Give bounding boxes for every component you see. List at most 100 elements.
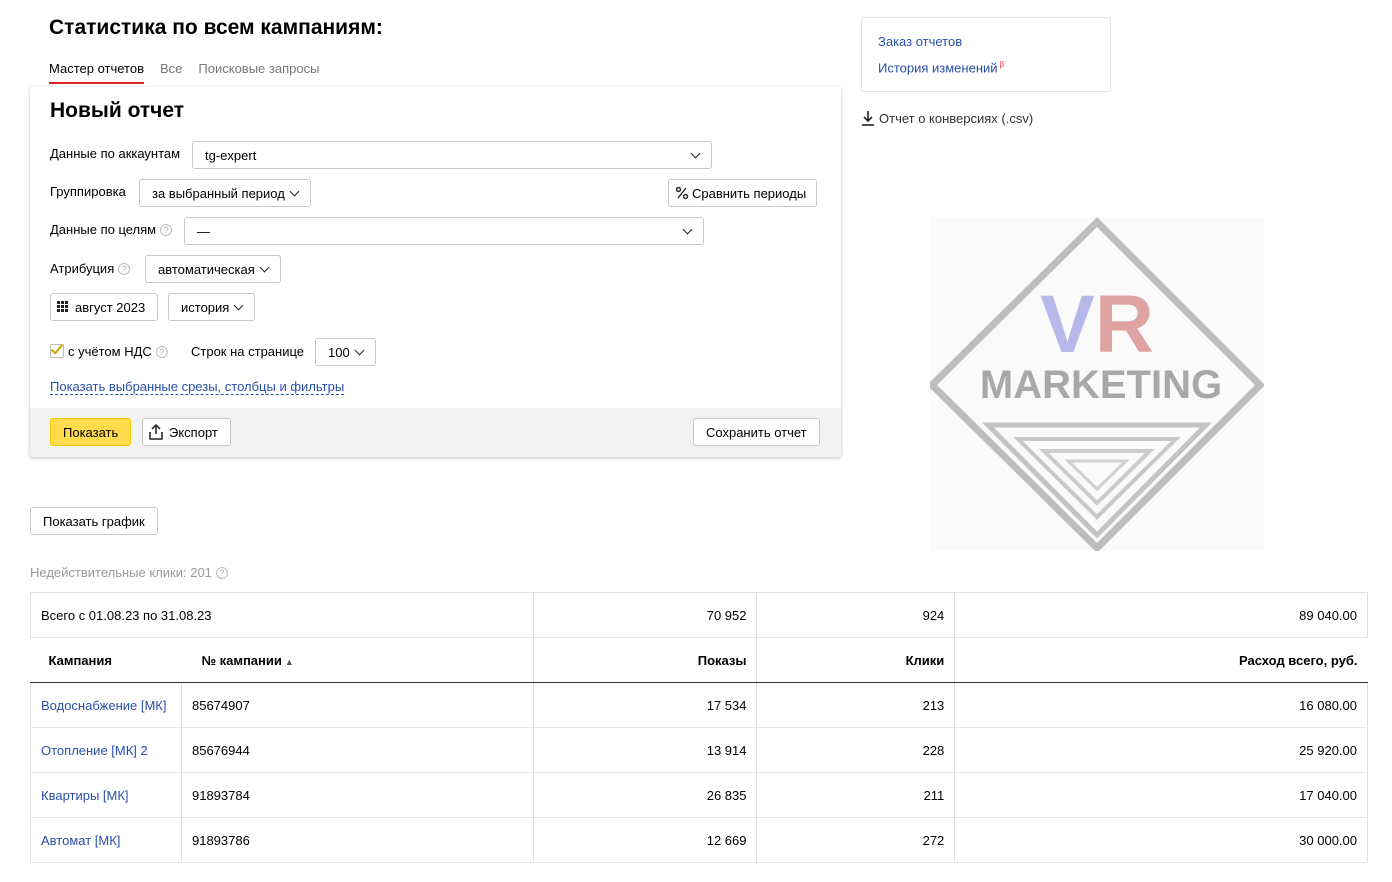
grouping-select-value: за выбранный период [152,185,285,201]
vat-checkbox[interactable] [50,341,64,358]
help-icon[interactable]: ? [215,567,228,579]
total-label: Всего с 01.08.23 по 31.08.23 [30,592,534,638]
rows-per-page-label: Строк на странице [191,344,305,359]
impressions-cell: 12 669 [532,817,757,863]
chevron-down-icon [289,186,300,196]
chevron-down-icon [259,262,270,272]
chevron-down-icon [682,224,693,234]
campaign-link[interactable]: Отопление [МК] 2 [41,743,148,758]
header-campaign-no[interactable]: № кампании ▲ [181,637,534,683]
page-title: Статистика по всем кампаниям: [49,16,383,39]
spend-cell: 17 040.00 [954,772,1368,818]
side-links-box: Заказ отчетов История изменений β [861,17,1111,92]
vat-label: с учётом НДС [68,344,152,359]
vr-marketing-watermark: VR MARKETING [930,217,1264,551]
campaign-name-cell: Автомат [МК] [30,817,182,863]
chevron-down-icon [690,148,701,158]
campaign-link[interactable]: Автомат [МК] [41,833,120,848]
upload-icon [149,424,163,440]
change-history-link[interactable]: История изменений β [878,60,1004,75]
sort-asc-icon: ▲ [284,656,294,667]
campaign-id-cell: 91893784 [180,772,534,818]
export-button[interactable]: Экспорт [142,418,231,446]
history-select-value: история [181,299,230,315]
header-campaign-no-label: № кампании [201,652,282,668]
header-campaign[interactable]: Кампания [30,637,182,683]
help-icon[interactable]: ? [118,263,131,275]
grouping-label: Группировка [50,184,126,199]
chevron-down-icon [233,300,244,310]
impressions-cell: 17 534 [532,682,757,728]
goals-select[interactable]: — [184,217,704,245]
rows-per-page-value: 100 [328,344,350,360]
tab-all[interactable]: Все [160,61,182,84]
save-report-button[interactable]: Сохранить отчет [693,418,820,446]
report-tabs: Мастер отчетов Все Поисковые запросы [49,61,319,84]
report-title: Новый отчет [50,99,185,122]
invalid-clicks-text: Недействительные клики: 201 [30,565,212,580]
total-impressions: 70 952 [532,592,757,638]
rows-per-page-select[interactable]: 100 [315,338,376,366]
total-spend: 89 040.00 [954,592,1368,638]
header-spend[interactable]: Расход всего, руб. [954,637,1368,683]
attribution-label: Атрибуция? [50,261,131,276]
campaign-id-cell: 85676944 [180,727,534,773]
accounts-label: Данные по аккаунтам [50,146,181,161]
show-chart-button[interactable]: Показать график [30,507,158,535]
spend-cell: 25 920.00 [954,727,1368,773]
conversions-csv-link[interactable]: Отчет о конверсиях (.csv) [861,110,1033,126]
spend-cell: 30 000.00 [954,817,1368,863]
spend-cell: 16 080.00 [954,682,1368,728]
period-picker-value: август 2023 [75,299,146,315]
show-slices-link[interactable]: Показать выбранные срезы, столбцы и филь… [50,379,345,395]
vat-checkbox-row[interactable]: с учётом НДС? [50,341,168,359]
impressions-cell: 26 835 [532,772,757,818]
compare-periods-button[interactable]: Сравнить периоды [668,179,818,207]
percent-compare-icon [675,186,689,200]
table-row: Автомат [МК] 91893786 12 669 272 30 000.… [30,817,1368,863]
campaign-id-cell: 91893786 [180,817,534,863]
show-slices-link-text: Показать выбранные срезы, столбцы и филь… [50,379,345,395]
clicks-cell: 228 [756,727,955,773]
impressions-cell: 13 914 [532,727,757,773]
campaign-link[interactable]: Водоснабжение [МК] [41,698,166,713]
tab-search-queries[interactable]: Поисковые запросы [198,61,319,84]
goals-label-text: Данные по целям [50,222,157,237]
total-clicks: 924 [756,592,955,638]
accounts-select[interactable]: tg-expert [192,141,712,169]
clicks-cell: 211 [756,772,955,818]
campaign-link[interactable]: Квартиры [МК] [41,788,129,803]
table-header-row: Кампания № кампании ▲ Показы Клики Расход… [30,637,1368,683]
clicks-cell: 272 [756,817,955,863]
help-icon[interactable]: ? [160,224,173,236]
grouping-select[interactable]: за выбранный период [139,179,311,207]
order-reports-link[interactable]: Заказ отчетов [878,34,962,49]
report-builder-panel: Новый отчет Данные по аккаунтам tg-exper… [30,87,841,457]
watermark-marketing-text: MARKETING [980,363,1222,407]
chevron-down-icon [354,345,365,355]
header-impressions[interactable]: Показы [532,637,757,683]
compare-periods-label: Сравнить периоды [692,185,807,201]
campaign-id-cell: 85674907 [180,682,534,728]
clicks-cell: 213 [756,682,955,728]
tab-report-wizard[interactable]: Мастер отчетов [49,61,144,84]
history-select[interactable]: история [168,293,256,321]
campaign-name-cell: Водоснабжение [МК] [30,682,182,728]
show-button[interactable]: Показать [50,418,132,446]
attribution-select[interactable]: автоматическая [145,255,281,283]
table-row: Квартиры [МК] 91893784 26 835 211 17 040… [30,772,1368,818]
beta-badge: β [999,60,1005,69]
total-row: Всего с 01.08.23 по 31.08.23 70 952 924 … [30,592,1368,638]
watermark-vr-text: VR [1040,279,1154,370]
report-footer-bar: Показать Экспорт Сохранить отчет [30,408,841,457]
attribution-label-text: Атрибуция [50,261,115,276]
attribution-select-value: автоматическая [158,261,255,277]
conversions-csv-label: Отчет о конверсиях (.csv) [879,110,1034,126]
table-row: Отопление [МК] 2 85676944 13 914 228 25 … [30,727,1368,773]
period-picker[interactable]: август 2023 [50,293,159,321]
header-clicks[interactable]: Клики [756,637,955,683]
goals-select-value: — [197,223,210,239]
export-button-label: Экспорт [169,424,218,440]
help-icon[interactable]: ? [155,346,168,358]
campaign-name-cell: Квартиры [МК] [30,772,182,818]
